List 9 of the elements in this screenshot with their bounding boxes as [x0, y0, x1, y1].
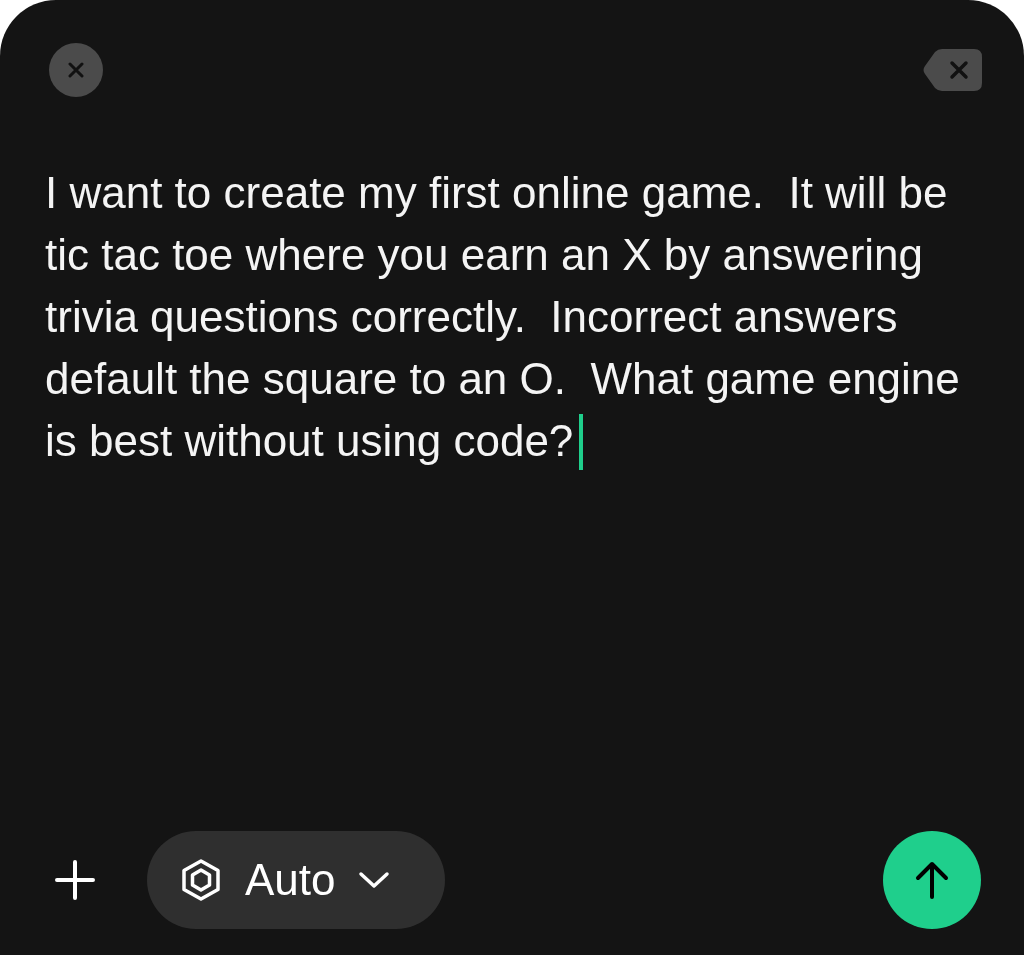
message-field[interactable]: I want to create my first online game. It will be tic tac toe where you earn an X by answering trivia questions correctly. Incorrect answers default the square to an O. What game engine is best without using code? [45, 162, 985, 831]
close-icon [68, 62, 84, 78]
add-button[interactable] [55, 860, 95, 900]
plus-icon [55, 860, 95, 900]
chevron-down-icon [357, 870, 390, 890]
backspace-icon [922, 47, 984, 93]
hexagon-icon [179, 858, 223, 902]
arrow-up-icon [915, 860, 949, 900]
model-picker[interactable]: Auto [147, 831, 445, 929]
